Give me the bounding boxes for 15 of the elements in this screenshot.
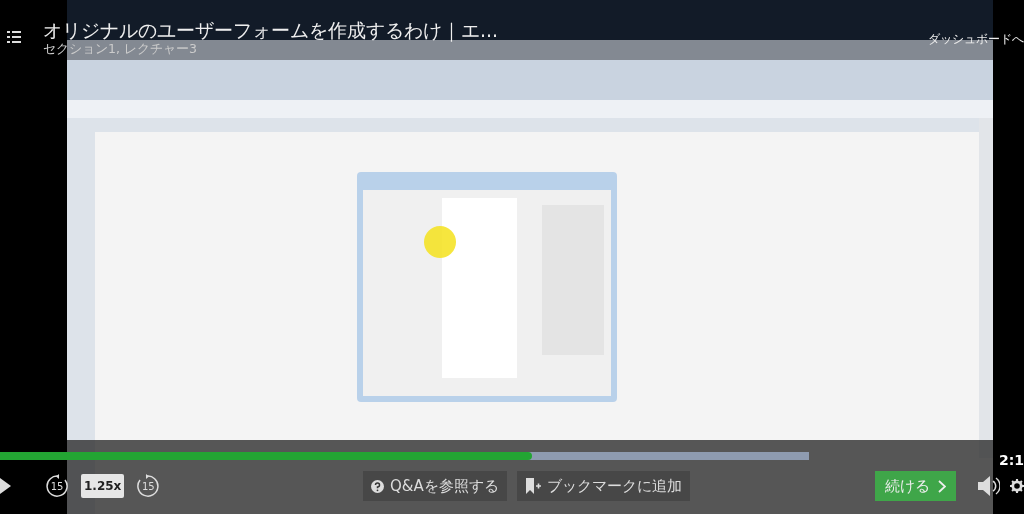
bookmark-button[interactable]: ブックマークに追加 xyxy=(517,470,690,502)
qa-button[interactable]: Q&Aを参照する xyxy=(363,470,507,502)
rewind-button[interactable]: 15 xyxy=(45,474,69,498)
dashboard-link[interactable]: ダッシュボードへ xyxy=(928,30,1024,48)
play-icon[interactable] xyxy=(0,478,11,494)
bookmark-icon xyxy=(525,478,541,494)
lecture-title: オリジナルのユーザーフォームを作成するわけ｜エ... xyxy=(43,18,499,43)
forward-button[interactable]: 15 xyxy=(136,474,161,498)
help-icon xyxy=(371,479,384,493)
menu-icon[interactable] xyxy=(7,31,21,43)
speed-button[interactable]: 1.25x xyxy=(81,474,125,498)
settings-icon[interactable] xyxy=(1010,476,1024,496)
volume-icon[interactable] xyxy=(978,476,1000,496)
chevron-right-icon xyxy=(938,479,946,493)
time-display: 2:1 xyxy=(998,451,1024,470)
